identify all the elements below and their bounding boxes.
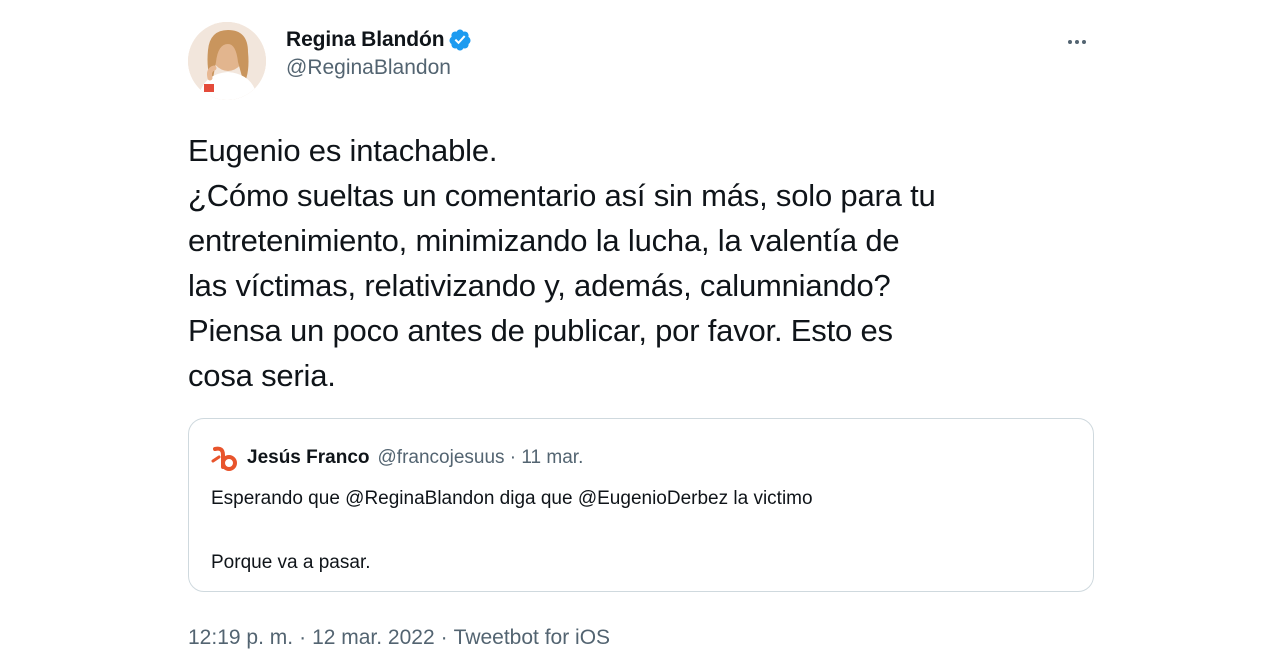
display-name[interactable]: Regina Blandón bbox=[286, 28, 445, 52]
author-names: Regina Blandón @ReginaBlandon bbox=[286, 28, 472, 80]
quoted-text: Esperando que @ReginaBlandon diga que @E… bbox=[211, 488, 813, 573]
tweet-source[interactable]: Tweetbot for iOS bbox=[454, 626, 610, 650]
tweet-footer: 12:19 p. m. · 12 mar. 2022 · Tweetbot fo… bbox=[188, 626, 1098, 650]
avatar-image bbox=[188, 22, 266, 100]
more-horizontal-icon[interactable] bbox=[1062, 32, 1092, 52]
tweet-date[interactable]: 12 mar. 2022 bbox=[312, 626, 435, 650]
tweet-text: Eugenio es intachable. ¿Cómo sueltas un … bbox=[188, 133, 936, 393]
avatar[interactable] bbox=[188, 22, 266, 100]
author-handle[interactable]: @ReginaBlandon bbox=[286, 56, 472, 80]
footer-separator: · bbox=[299, 626, 307, 649]
footer-separator: · bbox=[440, 626, 448, 649]
verified-badge-icon bbox=[449, 29, 471, 51]
quoted-display-name: Jesús Franco bbox=[247, 447, 370, 468]
quoted-meta: @francojesuus · 11 mar. bbox=[377, 447, 584, 468]
more-dot bbox=[1075, 40, 1079, 44]
quoted-avatar-icon bbox=[209, 443, 239, 473]
display-name-row: Regina Blandón bbox=[286, 28, 472, 52]
more-dot bbox=[1082, 40, 1086, 44]
quoted-tweet-header: Jesús Franco @francojesuus · 11 mar. bbox=[209, 443, 583, 473]
tweet-header: Regina Blandón @ReginaBlandon bbox=[188, 20, 1098, 100]
tweet-time[interactable]: 12:19 p. m. bbox=[188, 626, 293, 650]
tweet-card: Regina Blandón @ReginaBlandon Eugenio es… bbox=[188, 20, 1098, 650]
more-dot bbox=[1068, 40, 1072, 44]
quoted-tweet[interactable]: Jesús Franco @francojesuus · 11 mar. Esp… bbox=[188, 418, 1094, 592]
